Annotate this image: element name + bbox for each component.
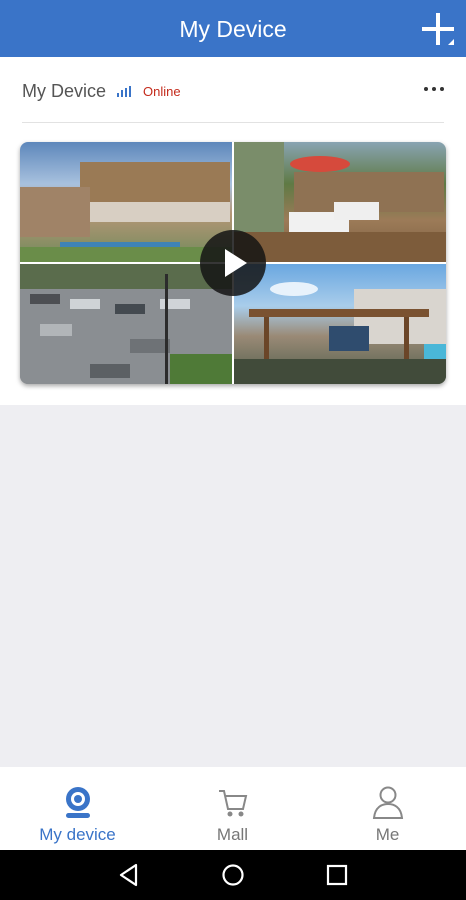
tab-label: Me [375, 825, 400, 844]
tab-mall[interactable]: Mall [155, 767, 310, 850]
tab-label: Mall [216, 825, 249, 844]
device-card: My Device Online [0, 57, 466, 405]
device-header: My Device Online [22, 79, 181, 103]
bottom-tab-bar: My device Mall Me [0, 767, 466, 850]
camera-feed-4[interactable] [234, 264, 446, 384]
camera-feed-2[interactable] [234, 142, 446, 262]
app-header: My Device [0, 0, 466, 57]
more-options-button[interactable] [424, 87, 444, 91]
page-title: My Device [179, 16, 287, 42]
recents-icon[interactable] [322, 860, 352, 890]
back-icon[interactable] [114, 860, 144, 890]
tab-label: My device [39, 825, 116, 844]
status-badge: Online [143, 83, 181, 99]
android-navigation-bar [0, 850, 466, 900]
camera-feed-1[interactable] [20, 142, 232, 262]
camera-preview-grid[interactable] [20, 142, 446, 384]
tab-my-device[interactable]: My device [0, 767, 155, 850]
play-button[interactable] [200, 230, 266, 296]
play-icon [225, 249, 247, 277]
camera-icon [66, 787, 90, 818]
camera-feed-3[interactable] [20, 264, 232, 384]
cart-icon [219, 790, 248, 817]
tab-me[interactable]: Me [310, 767, 465, 850]
signal-strength-icon [117, 85, 132, 97]
add-device-button[interactable] [422, 13, 454, 45]
device-name: My Device [22, 80, 107, 101]
user-icon [372, 786, 404, 819]
divider [22, 122, 444, 123]
ellipsis-icon [424, 87, 428, 91]
home-icon[interactable] [218, 860, 248, 890]
